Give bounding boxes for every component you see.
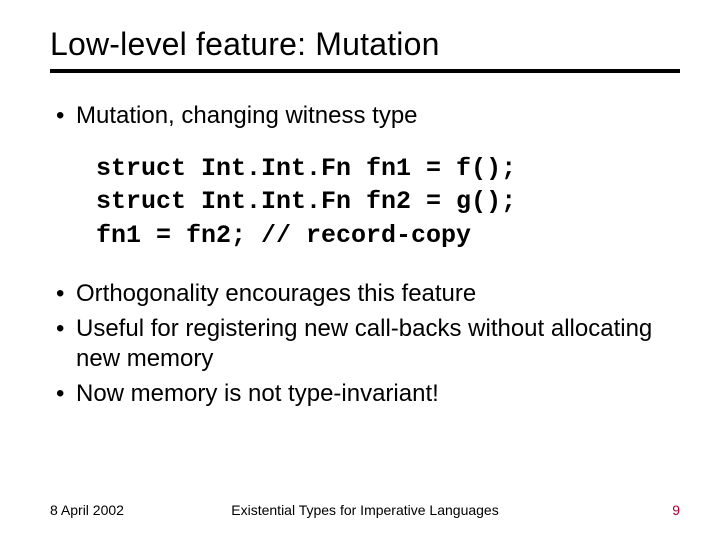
bullet-item: Orthogonality encourages this feature	[52, 279, 680, 310]
bullets-top: Mutation, changing witness type	[52, 101, 680, 132]
footer-page: 9	[672, 502, 680, 518]
title-rule	[50, 69, 680, 73]
bullet-item: Mutation, changing witness type	[52, 101, 680, 132]
footer-title: Existential Types for Imperative Languag…	[50, 502, 680, 518]
code-block: struct Int.Int.Fn fn1 = f(); struct Int.…	[96, 152, 680, 253]
bullet-item: Useful for registering new call-backs wi…	[52, 314, 680, 375]
slide-title: Low-level feature: Mutation	[50, 26, 680, 63]
footer: 8 April 2002 Existential Types for Imper…	[50, 502, 680, 518]
slide: Low-level feature: Mutation Mutation, ch…	[0, 0, 720, 540]
bullet-item: Now memory is not type-invariant!	[52, 379, 680, 410]
bullets-bottom: Orthogonality encourages this feature Us…	[52, 279, 680, 410]
